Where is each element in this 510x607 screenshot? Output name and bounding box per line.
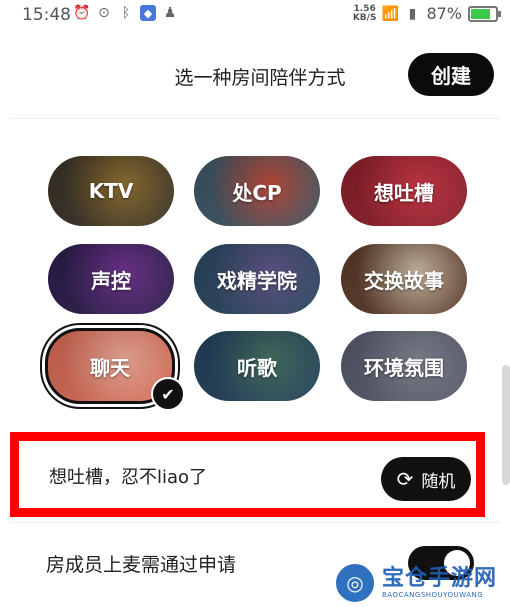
tile-label: 处CP [232, 180, 282, 205]
create-button[interactable]: 创建 [408, 53, 494, 96]
bluetooth-icon: ᛒ [121, 5, 131, 21]
tile-label: 戏精学院 [217, 268, 297, 293]
room-type-tile[interactable]: 交换故事 [341, 244, 467, 314]
tile-label: 聊天 [90, 355, 130, 380]
battery-icon [468, 5, 501, 22]
check-icon: ✔ [151, 377, 185, 411]
tile-label: KTV [88, 179, 134, 203]
divider [10, 522, 500, 523]
tile-label: 声控 [91, 268, 131, 293]
battery-percent: 87% [426, 4, 462, 23]
random-button[interactable]: ⟳ 随机 [381, 457, 471, 501]
room-type-tile[interactable]: 听歌 [194, 331, 320, 401]
apply-setting-label: 房成员上麦需通过申请 [46, 554, 237, 576]
clock: 15:48 [22, 5, 71, 25]
signal-icon: ▮ [408, 5, 417, 22]
room-type-tile[interactable]: KTV [48, 156, 174, 226]
tile-label: 想吐槽 [374, 180, 434, 205]
wifi-icon: 📶 [381, 5, 400, 22]
random-label: 随机 [421, 471, 456, 492]
watermark: ◎ 宝仓手游网 BAOCANGSHOUYOUWANG [334, 562, 497, 604]
scrollbar[interactable] [502, 365, 510, 485]
status-icons-right: 1.56 KB/S 📶 ▮ 87% [352, 3, 501, 23]
status-bar: 15:48 ⏰ ⊙ ᛒ ◆ ♟ 1.56 KB/S 📶 ▮ 87% [0, 0, 510, 30]
network-speed: 1.56 KB/S [352, 3, 377, 23]
watermark-logo-icon: ◎ [334, 562, 376, 604]
tile-label: 听歌 [237, 355, 277, 380]
room-type-tile[interactable]: 声控 [48, 244, 174, 314]
divider [10, 118, 500, 119]
qq-icon: ♟ [163, 5, 177, 21]
room-type-tile[interactable]: 处CP [194, 156, 320, 226]
location-icon: ⊙ [98, 5, 110, 21]
refresh-icon: ⟳ [396, 467, 414, 491]
room-type-tile[interactable]: 环境氛围 [341, 331, 467, 401]
room-type-tile[interactable]: 戏精学院 [194, 244, 320, 314]
alarm-icon: ⏰ [73, 5, 91, 21]
topic-text[interactable]: 想吐槽，忍不liao了 [49, 463, 207, 489]
status-icons-left: ⏰ ⊙ ᛒ ◆ ♟ [73, 5, 178, 21]
tile-label: 交换故事 [364, 268, 444, 293]
tile-label: 环境氛围 [364, 355, 444, 380]
watermark-subtitle: BAOCANGSHOUYOUWANG [382, 591, 484, 599]
watermark-title: 宝仓手游网 [382, 566, 498, 591]
topic-row: 想吐槽，忍不liao了 ⟳ 随机 [10, 432, 485, 517]
room-type-tile[interactable]: 想吐槽 [341, 156, 467, 226]
shield-icon: ◆ [140, 5, 156, 21]
